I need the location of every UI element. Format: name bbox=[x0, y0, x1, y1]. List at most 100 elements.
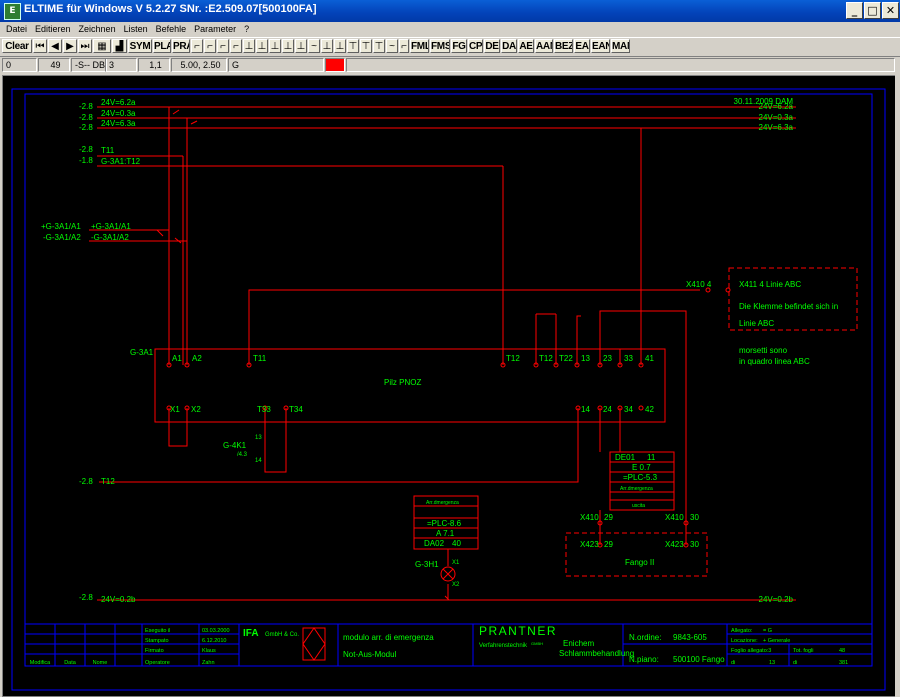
contact-symbol-10-icon[interactable]: ~ bbox=[308, 39, 320, 53]
allegato-label: Allegato: bbox=[731, 628, 753, 634]
last-icon[interactable]: ⏭ bbox=[78, 39, 92, 53]
da-button[interactable]: DA bbox=[501, 39, 517, 53]
contact-symbol-4-icon[interactable]: ⌐ bbox=[230, 39, 242, 53]
sym-button[interactable]: SYM bbox=[128, 39, 152, 53]
contact-symbol-13-icon[interactable]: ⊤ bbox=[347, 39, 359, 53]
contact-symbol-17-icon[interactable]: ⌐ bbox=[399, 39, 409, 53]
drawing-canvas[interactable]: 30.11.2009 DAM -2.8 -2.8 -2.8 -2.8 -1.8 … bbox=[2, 75, 897, 697]
ga-left-2: -G-3A1/A2 bbox=[43, 233, 81, 242]
di-label-2: di bbox=[793, 660, 797, 666]
company-name: IFA bbox=[243, 628, 259, 639]
locazione-value: + Generale bbox=[763, 638, 790, 644]
t12-ref: -2.8 bbox=[79, 477, 93, 486]
menu-zeichnen[interactable]: Zeichnen bbox=[75, 22, 120, 36]
de-button[interactable]: DE bbox=[484, 39, 500, 53]
close-button[interactable]: ✕ bbox=[882, 2, 899, 19]
bottom-bus-right: 24V=0.2b bbox=[759, 595, 794, 604]
tb-row-eseguito: Eseguito il bbox=[145, 628, 170, 634]
ae-button[interactable]: AE bbox=[518, 39, 534, 53]
x423-29-num: 29 bbox=[604, 540, 613, 549]
contact-symbol-3-icon[interactable]: ⌐ bbox=[217, 39, 229, 53]
tb-col-modifica: Modifica bbox=[30, 660, 51, 666]
fms-button[interactable]: FMS bbox=[430, 39, 450, 53]
ean-button[interactable]: EAN bbox=[591, 39, 610, 53]
contact-symbol-7-icon[interactable]: ⊥ bbox=[269, 39, 281, 53]
status-color-indicator bbox=[325, 58, 345, 72]
totfogli-value: 48 bbox=[839, 648, 845, 654]
clear-button[interactable]: Clear bbox=[2, 39, 32, 53]
bus-left-2: 24V=0.3a bbox=[101, 109, 136, 118]
menu-befehle[interactable]: Befehle bbox=[152, 22, 191, 36]
t12-label: T12 bbox=[101, 477, 115, 486]
maximize-button[interactable]: □ bbox=[864, 2, 881, 19]
contact-symbol-11-icon[interactable]: ⊥ bbox=[321, 39, 333, 53]
x423-30-label: X423 bbox=[665, 540, 684, 549]
sheet-number: 13 bbox=[769, 660, 775, 666]
de01-desc-2: uscita bbox=[632, 503, 645, 509]
fml-button[interactable]: FML bbox=[410, 39, 429, 53]
tb-col-nome: Nome bbox=[93, 660, 108, 666]
pnoz-top-t11: T11 bbox=[253, 354, 267, 363]
bottom-bus-left: 24V=0.2b bbox=[101, 595, 136, 604]
pnoz-top-t22: T22 bbox=[559, 354, 573, 363]
tb-val-stampato: 6.12.2010 bbox=[202, 638, 226, 644]
pnoz-top-41: 41 bbox=[645, 354, 654, 363]
x411-note-4: in quadro linea ABC bbox=[739, 357, 810, 366]
menu-datei[interactable]: Datei bbox=[0, 22, 31, 36]
bus-ref-1: -2.8 bbox=[79, 102, 93, 111]
status-field-5: 1,1 bbox=[138, 58, 170, 72]
fg-button[interactable]: FG bbox=[451, 39, 467, 53]
pra-button[interactable]: PRA bbox=[172, 39, 190, 53]
pla-button[interactable]: PLA bbox=[153, 39, 171, 53]
status-field-1: 0 bbox=[2, 58, 37, 72]
tb-row-firmato: Firmato bbox=[145, 648, 164, 654]
man-button[interactable]: MAN bbox=[611, 39, 630, 53]
contact-symbol-15-icon[interactable]: ⊤ bbox=[373, 39, 385, 53]
bus-ref-4: -2.8 bbox=[79, 145, 93, 154]
contact-symbol-16-icon[interactable]: ~ bbox=[386, 39, 398, 53]
fango-label: Fango II bbox=[625, 558, 654, 567]
da02-plc: =PLC-8.6 bbox=[427, 519, 462, 528]
x410-4-label: X410 4 bbox=[686, 280, 712, 289]
drawing-desc-2: Not-Aus-Modul bbox=[343, 650, 397, 659]
menu-listen[interactable]: Listen bbox=[120, 22, 152, 36]
grid-icon[interactable]: ▦ bbox=[93, 39, 111, 53]
locazione-label: Locazione: bbox=[731, 638, 758, 644]
contact-symbol-14-icon[interactable]: ⊤ bbox=[360, 39, 372, 53]
pnoz-top-33: 33 bbox=[624, 354, 633, 363]
ea-button[interactable]: EA bbox=[574, 39, 590, 53]
contact-symbol-6-icon[interactable]: ⊥ bbox=[256, 39, 268, 53]
pnoz-bottom-42: 42 bbox=[645, 405, 654, 414]
contact-symbol-1-icon[interactable]: ⌐ bbox=[191, 39, 203, 53]
relay-t14: 14 bbox=[255, 458, 262, 464]
graph-icon[interactable]: ▟ bbox=[112, 39, 127, 53]
contact-symbol-5-icon[interactable]: ⊥ bbox=[243, 39, 255, 53]
cp-button[interactable]: CP bbox=[468, 39, 483, 53]
status-field-6: 5.00, 2.50 bbox=[171, 58, 227, 72]
bez-button[interactable]: BEZ bbox=[554, 39, 573, 53]
tb-val-firmato: Klaus bbox=[202, 648, 216, 654]
app-icon[interactable]: E bbox=[4, 3, 21, 20]
ga-mid-2: -G-3A1/A2 bbox=[91, 233, 129, 242]
de01-terminal: 11 bbox=[647, 453, 656, 462]
minimize-button[interactable]: _ bbox=[846, 2, 863, 19]
right-scrollbar[interactable] bbox=[895, 75, 900, 697]
contact-symbol-12-icon[interactable]: ⊥ bbox=[334, 39, 346, 53]
menu-editieren[interactable]: Editieren bbox=[31, 22, 75, 36]
x411-label: X411 4 Linie ABC bbox=[739, 280, 801, 289]
pnoz-top-a2: A2 bbox=[192, 354, 202, 363]
aan-button[interactable]: AAN bbox=[535, 39, 553, 53]
contact-symbol-8-icon[interactable]: ⊥ bbox=[282, 39, 294, 53]
contact-symbol-9-icon[interactable]: ⊥ bbox=[295, 39, 307, 53]
prev-icon[interactable]: ◀ bbox=[48, 39, 62, 53]
menu-parameter[interactable]: Parameter bbox=[190, 22, 240, 36]
next-icon[interactable]: ▶ bbox=[63, 39, 77, 53]
x423-29-label: X423 bbox=[580, 540, 599, 549]
first-icon[interactable]: ⏮ bbox=[33, 39, 47, 53]
pnoz-bottom-24: 24 bbox=[603, 405, 612, 414]
status-field-4: 3 bbox=[105, 58, 137, 72]
x410-29-label: X410 bbox=[580, 513, 599, 522]
menu-help[interactable]: ? bbox=[240, 22, 253, 36]
contact-symbol-2-icon[interactable]: ⌐ bbox=[204, 39, 216, 53]
status-bar: 0 49 -S-- DBF 3 1,1 5.00, 2.50 G bbox=[0, 56, 900, 74]
